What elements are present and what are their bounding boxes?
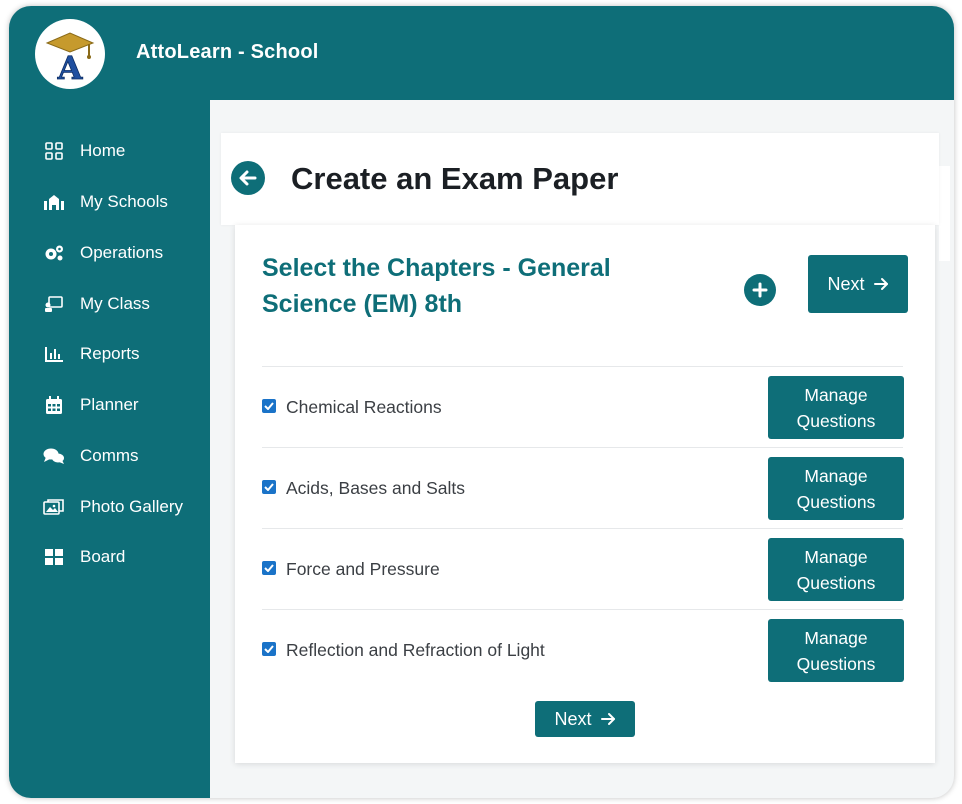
sidebar-item-label: Board [80,547,126,566]
plus-icon [752,282,768,298]
page-title: Create an Exam Paper [291,161,619,196]
check-icon [264,645,274,653]
arrow-right-icon [600,712,616,726]
manage-line-1: Manage [804,465,868,486]
chapter-label: Force and Pressure [286,559,440,579]
sidebar-item-label: Comms [80,446,139,465]
bar-chart-icon [43,343,65,365]
chapter-row: Acids, Bases and Salts Manage Questions [262,447,904,528]
graduation-cap-logo-icon: A [45,32,95,85]
sidebar-item-label: Photo Gallery [80,497,183,516]
sidebar-item-label: Home [80,141,126,160]
manage-questions-button[interactable]: Manage Questions [768,619,904,682]
chapter-checkbox[interactable] [262,480,276,494]
school-icon [43,191,65,213]
chapter-row: Chemical Reactions Manage Questions [262,366,904,447]
add-chapter-button[interactable] [744,274,776,306]
sidebar-item-label: Planner [80,395,139,414]
sidebar-item-comms[interactable]: Comms [9,436,210,476]
manage-line-1: Manage [804,546,868,567]
manage-line-1: Manage [804,384,868,405]
sidebar-item-planner[interactable]: Planner [9,385,210,425]
svg-text:A: A [57,49,84,85]
app-title: AttoLearn - School [136,41,319,63]
sidebar-item-label: My Schools [80,192,168,211]
next-button-label: Next [827,273,865,294]
arrow-right-icon [873,277,889,291]
check-icon [264,402,274,410]
chapter-selection-card: Select the Chapters - General Science (E… [235,225,935,763]
app-window: A AttoLearn - School Home My Schools Ope… [9,6,954,798]
chat-icon [43,445,65,467]
sidebar-item-label: Reports [80,344,140,363]
header-edge [939,166,950,261]
chapter-checkbox[interactable] [262,642,276,656]
chapter-label: Reflection and Refraction of Light [286,640,545,660]
manage-line-2: Questions [796,410,876,431]
arrow-left-icon [239,170,257,186]
manage-questions-button[interactable]: Manage Questions [768,538,904,601]
grid-icon [43,140,65,162]
check-icon [264,564,274,572]
next-button-bottom[interactable]: Next [535,701,635,737]
check-icon [264,483,274,491]
next-button-label: Next [554,708,592,729]
calendar-icon [43,394,65,416]
manage-questions-button[interactable]: Manage Questions [768,457,904,520]
chapter-label: Chemical Reactions [286,397,442,417]
back-button[interactable] [231,161,265,195]
manage-line-2: Questions [796,653,876,674]
board-icon [43,546,65,568]
chapter-checkbox[interactable] [262,399,276,413]
sidebar-item-label: Operations [80,243,164,262]
chapter-label: Acids, Bases and Salts [286,478,465,498]
app-logo: A [35,19,105,89]
sidebar-item-board[interactable]: Board [9,537,210,577]
sidebar-item-photo-gallery[interactable]: Photo Gallery [9,487,210,527]
chapter-checkbox[interactable] [262,561,276,575]
chapter-row: Force and Pressure Manage Questions [262,528,904,609]
section-title: Select the Chapters - General Science (E… [262,254,611,318]
sidebar-item-reports[interactable]: Reports [9,334,210,374]
sidebar-item-my-class[interactable]: My Class [9,284,210,324]
manage-line-2: Questions [796,572,876,593]
photos-icon [43,496,65,518]
next-button-top[interactable]: Next [808,255,908,313]
top-bar: A AttoLearn - School [9,6,954,100]
manage-line-2: Questions [796,491,876,512]
sidebar: Home My Schools Operations My Class Repo… [9,100,210,798]
sidebar-item-my-schools[interactable]: My Schools [9,182,210,222]
chapter-row: Reflection and Refraction of Light Manag… [262,609,904,690]
sidebar-item-home[interactable]: Home [9,131,210,171]
manage-line-1: Manage [804,627,868,648]
gears-icon [43,242,65,264]
classroom-icon [43,293,65,315]
sidebar-item-operations[interactable]: Operations [9,233,210,273]
page-header: Create an Exam Paper [221,133,939,225]
manage-questions-button[interactable]: Manage Questions [768,376,904,439]
sidebar-item-label: My Class [80,294,150,313]
